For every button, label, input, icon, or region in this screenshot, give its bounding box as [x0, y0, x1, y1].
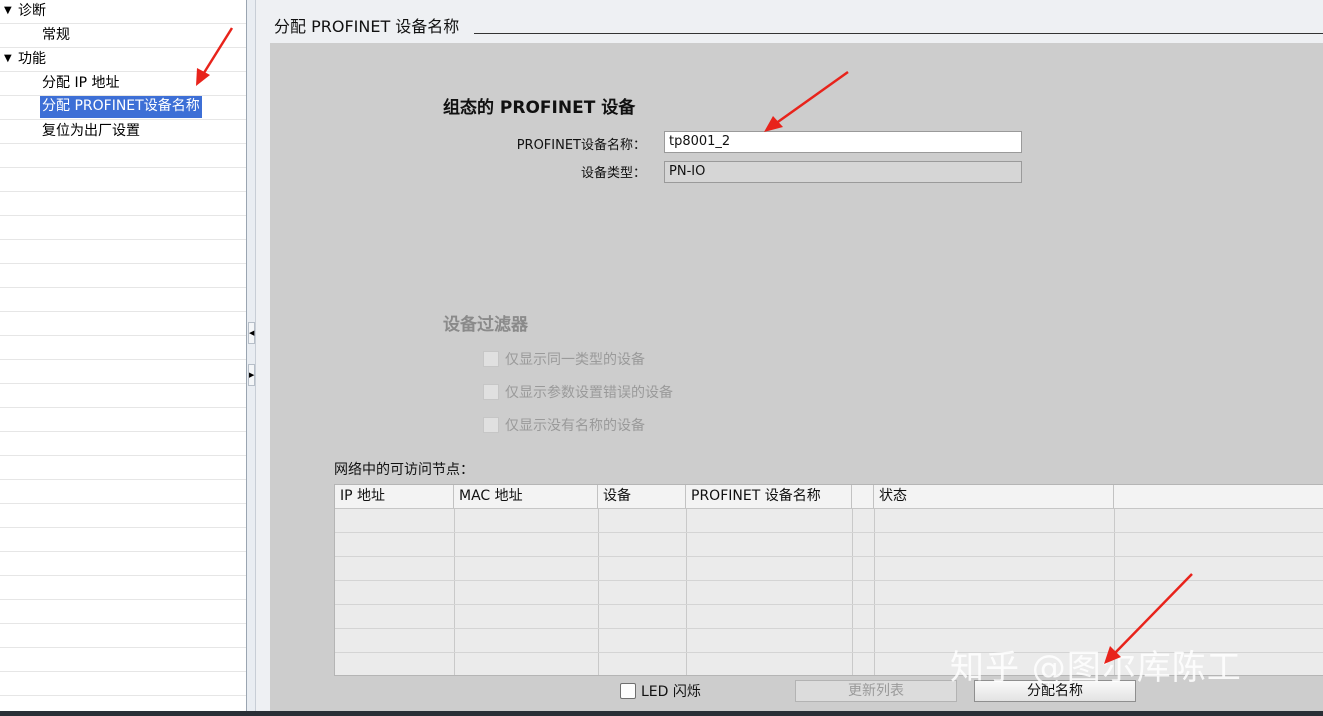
device-name-label: PROFINET设备名称：: [516, 138, 646, 153]
grid-column-line: [454, 509, 455, 675]
tree-row-divider: [0, 479, 246, 480]
checkbox-icon[interactable]: [483, 417, 499, 433]
column-header-device[interactable]: 设备: [598, 485, 686, 509]
checkbox-icon[interactable]: [483, 351, 499, 367]
tree-row-divider: [0, 695, 246, 696]
checkbox-label: 仅显示没有名称的设备: [505, 418, 645, 434]
device-filter-title: 设备过滤器: [443, 315, 528, 335]
refresh-list-button[interactable]: 更新列表: [795, 680, 957, 702]
tree-row-divider: [0, 167, 246, 168]
device-type-field: PN-IO: [664, 161, 1022, 183]
tree-item-assign-profinet-name[interactable]: 分配 PROFINET设备名称: [40, 96, 202, 118]
grid-row-line: [335, 580, 1323, 581]
checkbox-label: 仅显示参数设置错误的设备: [505, 385, 673, 401]
checkbox-label: 仅显示同一类型的设备: [505, 352, 645, 368]
filter-same-type-checkbox[interactable]: 仅显示同一类型的设备: [483, 350, 645, 370]
grid-column-line: [874, 509, 875, 675]
filter-no-name-checkbox[interactable]: 仅显示没有名称的设备: [483, 416, 645, 436]
taskbar-strip: [0, 711, 1323, 716]
grid-column-line: [852, 509, 853, 675]
tree-row-divider: [0, 311, 246, 312]
column-header-extra[interactable]: [1114, 485, 1323, 509]
tree-item-label: 常规: [42, 27, 70, 43]
tree-item-label: 分配 IP 地址: [42, 75, 120, 91]
column-header-ip[interactable]: IP 地址: [335, 485, 454, 509]
tree-row-divider: [0, 503, 246, 504]
watermark-text: 知乎 @图尔库陈工: [950, 648, 1242, 688]
tree-row-divider: [0, 191, 246, 192]
tree-item-reset-factory[interactable]: 复位为出厂设置: [42, 120, 140, 142]
tree-row-divider: [0, 527, 246, 528]
tree-row-divider: [0, 407, 246, 408]
filter-wrong-params-checkbox[interactable]: 仅显示参数设置错误的设备: [483, 383, 673, 403]
grid-row-line: [335, 532, 1323, 533]
navigation-tree: ▼ 诊断 常规 ▼ 功能 分配 IP 地址 分配 PROFINET设备名称 复位为出…: [0, 0, 246, 716]
tree-row-divider: [0, 239, 246, 240]
checkbox-icon[interactable]: [483, 384, 499, 400]
tree-item-label: 功能: [18, 51, 46, 67]
tree-item-diagnostics[interactable]: ▼ 诊断: [4, 0, 46, 22]
tree-row-divider: [0, 263, 246, 264]
page-title: 分配 PROFINET 设备名称: [274, 17, 460, 36]
tree-row-divider: [0, 23, 246, 24]
device-name-field[interactable]: tp8001_2: [664, 131, 1022, 153]
grid-row-line: [335, 628, 1323, 629]
panel-splitter[interactable]: ◀ ▶: [246, 0, 256, 716]
grid-row-line: [335, 556, 1323, 557]
collapse-left-icon[interactable]: ◀: [248, 322, 255, 344]
tree-row-divider: [0, 671, 246, 672]
tree-row-divider: [0, 71, 246, 72]
expand-triangle-icon[interactable]: ▼: [4, 0, 18, 22]
tree-row-divider: [0, 455, 246, 456]
tree-item-label: 复位为出厂设置: [42, 123, 140, 139]
tree-item-functions[interactable]: ▼ 功能: [4, 48, 46, 70]
tree-row-divider: [0, 335, 246, 336]
checkbox-icon[interactable]: [620, 683, 636, 699]
tree-row-divider: [0, 647, 246, 648]
configured-device-title: 组态的 PROFINET 设备: [443, 98, 636, 118]
column-header-status[interactable]: 状态: [874, 485, 1114, 509]
tree-row-divider: [0, 287, 246, 288]
tree-row-divider: [0, 143, 246, 144]
column-header-profinet-name[interactable]: PROFINET 设备名称: [686, 485, 852, 509]
accessible-nodes-label: 网络中的可访问节点：: [334, 462, 474, 478]
column-header-mac[interactable]: MAC 地址: [454, 485, 598, 509]
tree-row-divider: [0, 359, 246, 360]
expand-right-icon[interactable]: ▶: [248, 364, 255, 386]
tree-row-divider: [0, 551, 246, 552]
tree-item-general[interactable]: 常规: [42, 24, 70, 46]
device-type-label: 设备类型：: [580, 166, 646, 181]
column-header-blank[interactable]: [852, 485, 874, 509]
tree-item-label: 诊断: [18, 3, 46, 19]
grid-column-line: [686, 509, 687, 675]
tree-item-label: 分配 PROFINET设备名称: [42, 98, 200, 114]
checkbox-label: LED 闪烁: [641, 684, 701, 700]
main-panel: 分配 PROFINET 设备名称 组态的 PROFINET 设备 PROFINE…: [256, 0, 1323, 716]
tree-row-divider: [0, 383, 246, 384]
tree-item-assign-ip[interactable]: 分配 IP 地址: [42, 72, 119, 94]
content-area: 组态的 PROFINET 设备 PROFINET设备名称： tp8001_2 设…: [270, 43, 1323, 716]
tree-row-divider: [0, 599, 246, 600]
expand-triangle-icon[interactable]: ▼: [4, 48, 18, 70]
tree-row-divider: [0, 215, 246, 216]
grid-column-line: [598, 509, 599, 675]
tree-row-divider: [0, 575, 246, 576]
title-divider: [474, 33, 1323, 34]
grid-row-line: [335, 604, 1323, 605]
tree-row-divider: [0, 431, 246, 432]
led-blink-checkbox[interactable]: LED 闪烁: [620, 682, 701, 702]
tree-row-divider: [0, 623, 246, 624]
